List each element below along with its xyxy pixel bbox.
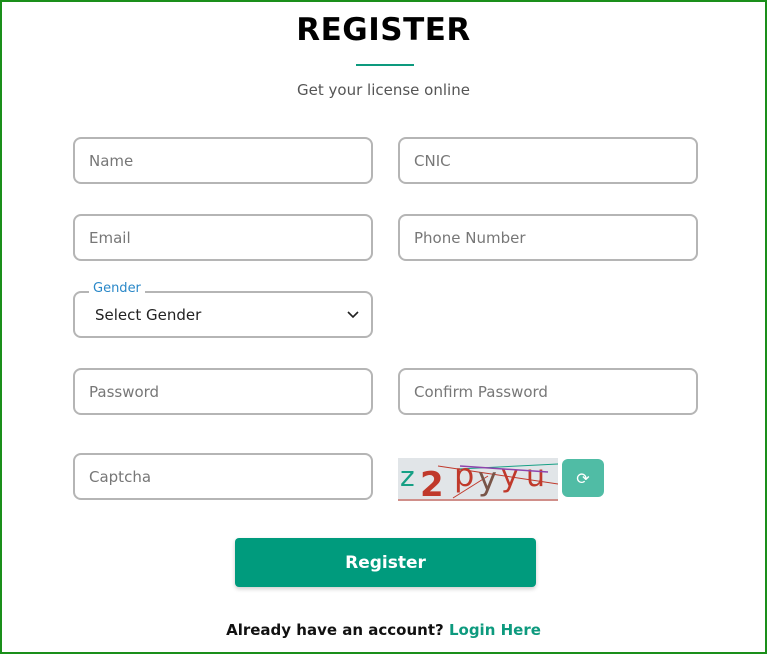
svg-text:y: y [478,460,497,498]
cnic-input[interactable] [398,137,698,184]
refresh-captcha-button[interactable]: ⟳ [562,459,604,497]
email-input[interactable] [73,214,373,261]
svg-text:u: u [526,459,545,494]
register-button[interactable]: Register [235,538,536,587]
gender-select[interactable]: Select Gender [73,291,373,338]
login-prompt-text: Already have an account? [226,621,444,639]
phone-input[interactable] [398,214,698,261]
captcha-input[interactable] [73,453,373,500]
name-input[interactable] [73,137,373,184]
svg-text:2: 2 [420,465,444,501]
gender-select-value: Select Gender [95,305,202,324]
chevron-down-icon [347,310,359,318]
page-title: REGISTER [296,12,471,48]
page-subtitle: Get your license online [297,81,470,99]
confirm-password-input[interactable] [398,368,698,415]
title-underline [356,64,414,66]
svg-text:z: z [400,460,415,493]
refresh-icon: ⟳ [576,468,590,488]
login-link[interactable]: Login Here [449,621,541,639]
svg-text:p: p [454,458,474,494]
svg-text:y: y [501,459,519,494]
password-input[interactable] [73,368,373,415]
gender-label: Gender [89,281,145,296]
login-prompt: Already have an account? Login Here [0,621,767,639]
captcha-image: z 2 p y y u [398,458,558,501]
